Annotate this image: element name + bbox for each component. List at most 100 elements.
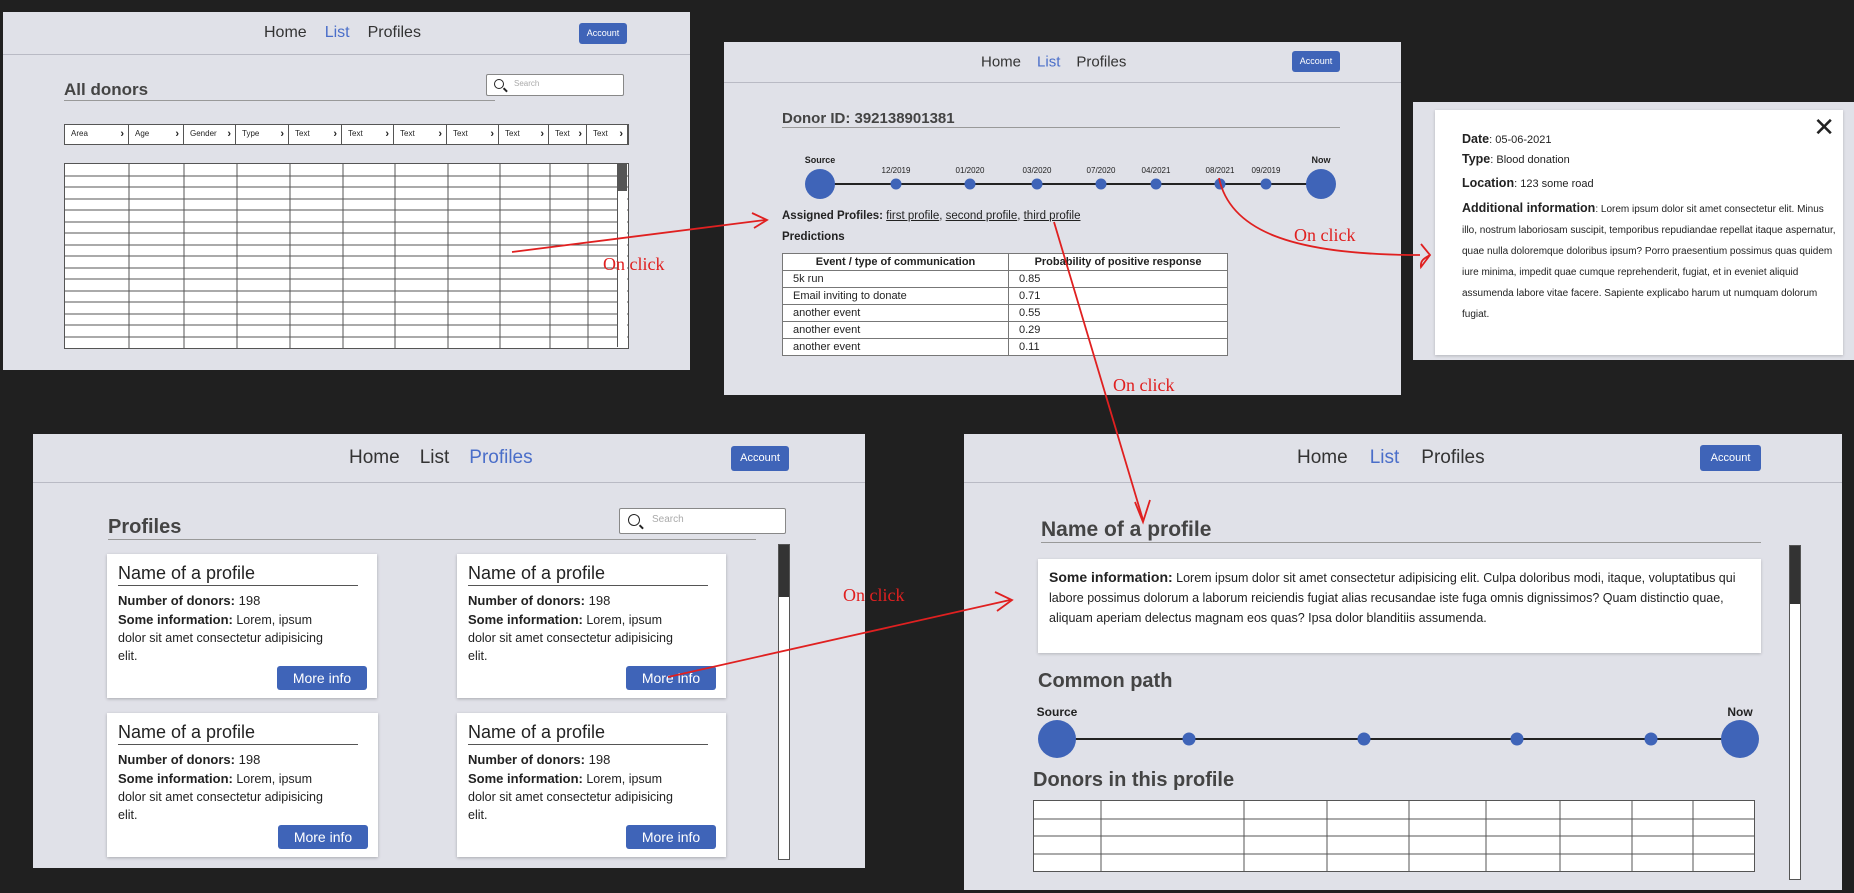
chevron-right-icon: › <box>490 128 494 140</box>
nav-home[interactable]: Home <box>264 24 307 42</box>
timeline-event-dot[interactable] <box>1644 732 1658 746</box>
more-info-button[interactable]: More info <box>278 825 368 849</box>
column-header[interactable]: Text › <box>587 125 628 144</box>
account-button[interactable]: Account <box>731 446 789 471</box>
profile-card: Name of a profile Number of donors: 198 … <box>457 554 726 698</box>
nav-list[interactable]: List <box>325 24 350 42</box>
more-info-button[interactable]: More info <box>626 825 716 849</box>
scrollbar-thumb[interactable] <box>779 545 789 597</box>
donor-table[interactable] <box>64 163 629 349</box>
column-header[interactable]: Age › <box>129 125 184 144</box>
profile-info: Some information: Lorem, ipsum dolor sit… <box>468 771 673 822</box>
chevron-right-icon: › <box>385 128 389 140</box>
column-header[interactable]: Text › <box>499 125 549 144</box>
timeline-endpoint[interactable] <box>1306 169 1336 199</box>
timeline-endpoint[interactable] <box>805 169 835 199</box>
column-header-row: Area › Age › Gender › Type › Text › Text › Text › Text… <box>64 124 629 145</box>
timeline-event-dot[interactable] <box>1510 732 1524 746</box>
annotation-on-click: On click <box>1113 375 1175 395</box>
column-header[interactable]: Text › <box>549 125 587 144</box>
nav-profiles[interactable]: Profiles <box>469 447 532 469</box>
assigned-label: Assigned Profiles: <box>782 210 883 222</box>
timeline-event-dot[interactable] <box>964 178 976 190</box>
event-cell: another event <box>782 338 1009 356</box>
column-header[interactable]: Text › <box>447 125 499 144</box>
navber: Home List Profiles Account <box>33 434 865 483</box>
close-icon[interactable]: ✕ <box>1813 114 1835 140</box>
info-label: Additional information <box>1462 201 1596 215</box>
predictions-label: Predictions <box>782 231 845 243</box>
location-label: Location <box>1462 176 1515 190</box>
scrollbar-thumb[interactable] <box>618 163 627 191</box>
timeline-endpoint[interactable] <box>1038 720 1076 758</box>
timeline-event-dot[interactable] <box>1031 178 1043 190</box>
navbar: Home List Profiles Account <box>3 12 690 55</box>
timeline-event-dot[interactable] <box>1095 178 1107 190</box>
chevron-right-icon: › <box>619 128 623 140</box>
timeline-event-dot[interactable] <box>1150 178 1162 190</box>
search-icon <box>494 79 504 89</box>
event-cell: Email inviting to donate <box>782 287 1009 305</box>
search-input[interactable]: Search <box>619 508 786 534</box>
chevron-right-icon: › <box>540 128 544 140</box>
timeline-event-dot[interactable] <box>1357 732 1371 746</box>
timeline-label: 01/2020 <box>955 166 985 175</box>
profile-name: Name of a profile <box>118 563 358 586</box>
timeline-label: Now <box>1727 705 1753 719</box>
donors-title: Donors in this profile <box>1033 769 1235 791</box>
probability-cell: 0.11 <box>1008 338 1228 356</box>
table-row: another event 0.29 <box>782 321 1228 339</box>
donor-count: Number of donors: 198 <box>468 752 611 767</box>
nav-list[interactable]: List <box>420 447 450 469</box>
frame-event-popup: ✕ Date: 05-06-2021 Type: Blood donation … <box>1413 102 1854 360</box>
frame-profile-detail: Home List Profiles Account Name of a pro… <box>964 434 1842 890</box>
search-placeholder: Search <box>514 79 540 88</box>
profile-donor-table[interactable] <box>1033 800 1755 872</box>
column-header[interactable]: Area › <box>65 125 129 144</box>
chevron-right-icon: › <box>280 128 284 140</box>
timeline-label: 07/2020 <box>1086 166 1116 175</box>
event-cell: another event <box>782 321 1009 339</box>
info-value: : Lorem ipsum dolor sit amet consectetur… <box>1462 204 1836 320</box>
profile-card: Name of a profile Number of donors: 198 … <box>457 713 726 857</box>
timeline-label: 04/2021 <box>1141 166 1171 175</box>
column-header[interactable]: Text › <box>342 125 394 144</box>
column-header[interactable]: Type › <box>236 125 289 144</box>
timeline-label: Now <box>1311 155 1331 165</box>
timeline-endpoint[interactable] <box>1721 720 1759 758</box>
timeline-line <box>1057 738 1740 740</box>
scrollbar[interactable] <box>1789 545 1801 880</box>
profile-link-1[interactable]: first profile <box>886 210 939 222</box>
profile-card: Name of a profile Number of donors: 198 … <box>107 554 377 698</box>
event-cell: another event <box>782 304 1009 322</box>
timeline-event-dot[interactable] <box>890 178 902 190</box>
timeline-event-dot[interactable] <box>1260 178 1272 190</box>
donor-count: Number of donors: 198 <box>468 593 611 608</box>
probability-cell: 0.85 <box>1008 270 1228 288</box>
column-header[interactable]: Gender › <box>184 125 236 144</box>
timeline-event-dot[interactable] <box>1214 178 1226 190</box>
search-input[interactable]: Search <box>486 74 624 96</box>
timeline-label: 08/2021 <box>1205 166 1235 175</box>
probability-cell: 0.55 <box>1008 304 1228 322</box>
nav-profiles[interactable]: Profiles <box>368 24 421 42</box>
more-info-button[interactable]: More info <box>277 666 367 690</box>
common-path-timeline: Source Now <box>964 434 1842 764</box>
table-header: Event / type of communication <box>782 253 1009 271</box>
profile-link-3[interactable]: third profile <box>1024 210 1081 222</box>
profile-info: Some information: Lorem, ipsum dolor sit… <box>468 612 673 663</box>
event-cell: 5k run <box>782 270 1009 288</box>
profile-name: Name of a profile <box>468 722 708 745</box>
scrollbar[interactable] <box>778 544 790 860</box>
nav-home[interactable]: Home <box>349 447 400 469</box>
table-header: Probability of positive response <box>1008 253 1228 271</box>
account-button[interactable]: Account <box>579 23 627 44</box>
profile-link-2[interactable]: second profile <box>946 210 1018 222</box>
column-header[interactable]: Text › <box>394 125 447 144</box>
chevron-right-icon: › <box>578 128 582 140</box>
more-info-button[interactable]: More info <box>626 666 716 690</box>
column-header[interactable]: Text › <box>289 125 342 144</box>
timeline-event-dot[interactable] <box>1182 732 1196 746</box>
chevron-right-icon: › <box>333 128 337 140</box>
scrollbar-thumb[interactable] <box>1790 546 1800 604</box>
